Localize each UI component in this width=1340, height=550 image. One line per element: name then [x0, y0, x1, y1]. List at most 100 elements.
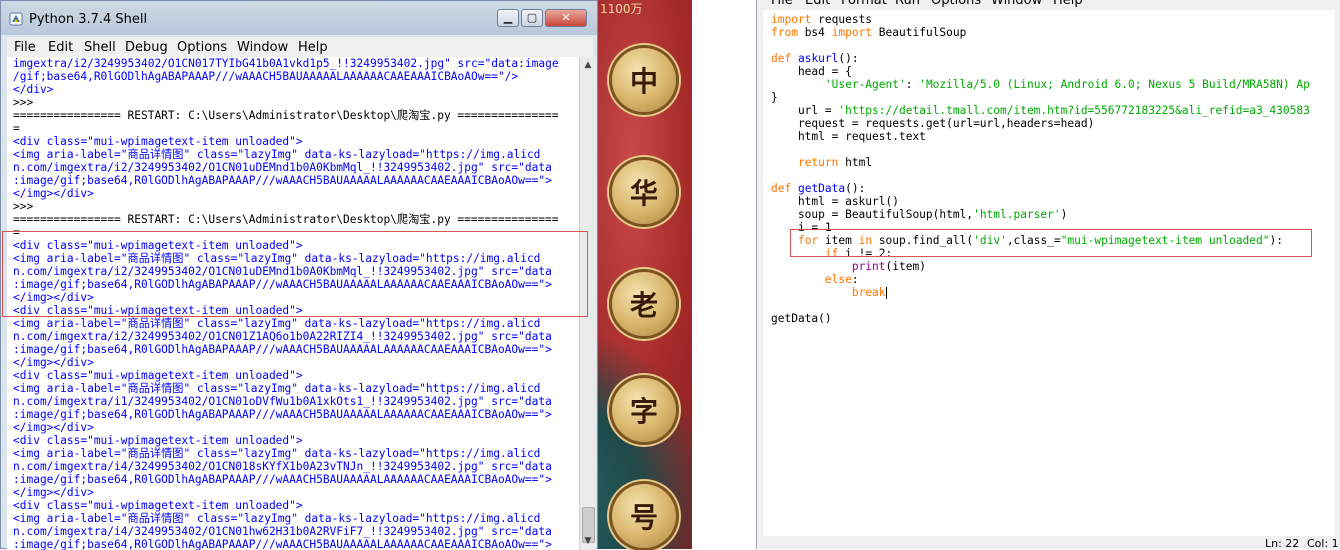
shell-line: :image/gif;base64,R0lGODlhAgABAPAAAP///w…	[13, 174, 552, 187]
code-line: head = {	[771, 65, 1335, 78]
code-token: import	[771, 13, 812, 26]
code-token: soup.find_all(	[872, 234, 974, 247]
code-token: head = {	[771, 65, 852, 78]
editor-menu-options[interactable]: Options	[931, 0, 981, 8]
close-button[interactable]: ✕	[545, 9, 587, 27]
shell-menu-window[interactable]: Window	[237, 40, 288, 55]
code-line: def getData():	[771, 182, 1335, 195]
code-line: request = requests.get(url=url,headers=h…	[771, 117, 1335, 130]
minimize-icon: ▁	[503, 11, 513, 24]
editor-menu-format[interactable]: Format	[841, 0, 887, 8]
editor-menu-file[interactable]: File	[771, 0, 793, 8]
maximize-icon: ▢	[526, 11, 538, 24]
python-shell-window[interactable]: Python 3.7.4 Shell ▁ ▢ ✕ File Edit Shell De…	[0, 0, 598, 550]
editor-menu-help[interactable]: Help	[1053, 0, 1083, 8]
banner-coin-char: 号	[629, 501, 658, 534]
shell-menu-options[interactable]: Options	[177, 40, 227, 55]
code-line: getData()	[771, 312, 1335, 325]
editor-window[interactable]: File Edit Format Run Options Window Help impor…	[756, 0, 1340, 550]
minimize-button[interactable]: ▁	[497, 9, 519, 27]
shell-line: <img aria-label="商品详情图" class="lazyImg" …	[13, 512, 541, 525]
banner-coin-char: 字	[629, 395, 658, 428]
shell-line: </img></div>	[13, 486, 94, 499]
shell-line: ================ RESTART: C:\Users\Admin…	[13, 109, 559, 122]
code-token: html = askurl()	[771, 195, 899, 208]
shell-line: =	[13, 226, 20, 239]
code-token: getData()	[771, 312, 832, 325]
code-token: askurl	[797, 52, 839, 65]
banner-coin-char: 中	[629, 65, 658, 98]
maximize-button[interactable]: ▢	[521, 9, 543, 27]
shell-menu-file[interactable]: File	[14, 40, 36, 55]
code-token: "mui-wpimagetext-item unloaded"	[1060, 234, 1270, 247]
code-token: ():	[838, 52, 859, 65]
status-line: Ln: 22	[1265, 537, 1300, 550]
shell-line: :image/gif;base64,R0lGODlhAgABAPAAAP///w…	[13, 343, 552, 356]
shell-menu-shell[interactable]: Shell	[84, 40, 116, 55]
shell-line: </div>	[13, 83, 54, 96]
scroll-up-icon[interactable]: ▲	[582, 59, 594, 71]
code-token: :	[905, 78, 920, 91]
banner-coin: 字	[612, 378, 676, 442]
shell-line: <div class="mui-wpimagetext-item unloade…	[13, 304, 303, 317]
banner-coin: 号	[612, 484, 676, 548]
shell-menu-help[interactable]: Help	[298, 40, 328, 55]
editor-menu-run[interactable]: Run	[895, 0, 920, 8]
code-token: 'html.parser'	[973, 208, 1061, 221]
shell-menu-edit[interactable]: Edit	[48, 40, 73, 55]
shell-line: >>>	[13, 96, 40, 109]
code-token: html	[838, 156, 873, 169]
code-line: soup = BeautifulSoup(html,'html.parser')	[771, 208, 1335, 221]
shell-menu-bar: File Edit Shell Debug Options Window Help	[7, 37, 593, 57]
code-line: 'User-Agent': 'Mozilla/5.0 (Linux; Andro…	[771, 78, 1335, 91]
editor-menu-edit[interactable]: Edit	[805, 0, 830, 8]
code-token: )	[1060, 208, 1068, 221]
code-line: break	[771, 286, 1335, 299]
editor-scrollbar[interactable]	[1335, 10, 1340, 536]
shell-output[interactable]: imgextra/i2/3249953402/O1CN017TYIbG41b0A…	[7, 57, 579, 550]
code-line: }	[771, 91, 1335, 104]
code-line: i = 1	[771, 221, 1335, 234]
shell-line: </img></div>	[13, 421, 94, 434]
code-token: :	[851, 273, 859, 286]
code-token: def	[771, 52, 792, 65]
shell-line: <img aria-label="商品详情图" class="lazyImg" …	[13, 148, 541, 161]
code-token: (item)	[885, 260, 926, 273]
editor-menu-window[interactable]: Window	[991, 0, 1042, 8]
code-token: request = requests.get(url=url,headers=h…	[771, 117, 1095, 130]
code-token: url =	[771, 104, 839, 117]
code-token: ():	[845, 182, 866, 195]
code-token: else	[824, 273, 852, 286]
shell-line: n.com/imgextra/i2/3249953402/O1CN01Z1AQ6…	[13, 330, 552, 343]
editor-status-bar: Ln: 22 Col: 1	[757, 536, 1340, 550]
code-token: i != 2:	[838, 247, 893, 260]
shell-line: :image/gif;base64,R0lGODlhAgABAPAAAP///w…	[13, 408, 552, 421]
shell-title-bar[interactable]: Python 3.7.4 Shell ▁ ▢ ✕	[1, 1, 597, 35]
shell-line: n.com/imgextra/i2/3249953402/O1CN01uDEMn…	[13, 265, 552, 278]
shell-line: </img></div>	[13, 356, 94, 369]
code-token: html = request.text	[771, 130, 926, 143]
scroll-down-icon[interactable]: ▼	[582, 535, 594, 547]
code-editor[interactable]: import requests from bs4 import Beautiful…	[763, 10, 1335, 536]
python-icon	[9, 12, 23, 26]
shell-menu-debug[interactable]: Debug	[125, 40, 168, 55]
code-token: i = 1	[771, 221, 832, 234]
shell-line: </img></div>	[13, 291, 94, 304]
shell-scrollbar[interactable]: ▲ ▼	[579, 57, 596, 550]
text-cursor	[885, 287, 887, 299]
editor-menu-bar: File Edit Format Run Options Window Help	[757, 0, 1340, 10]
shell-line: <div class="mui-wpimagetext-item unloade…	[13, 239, 303, 252]
code-line: html = request.text	[771, 130, 1335, 143]
shell-line: :image/gif;base64,R0lGODlhAgABAPAAAP///w…	[13, 538, 552, 550]
